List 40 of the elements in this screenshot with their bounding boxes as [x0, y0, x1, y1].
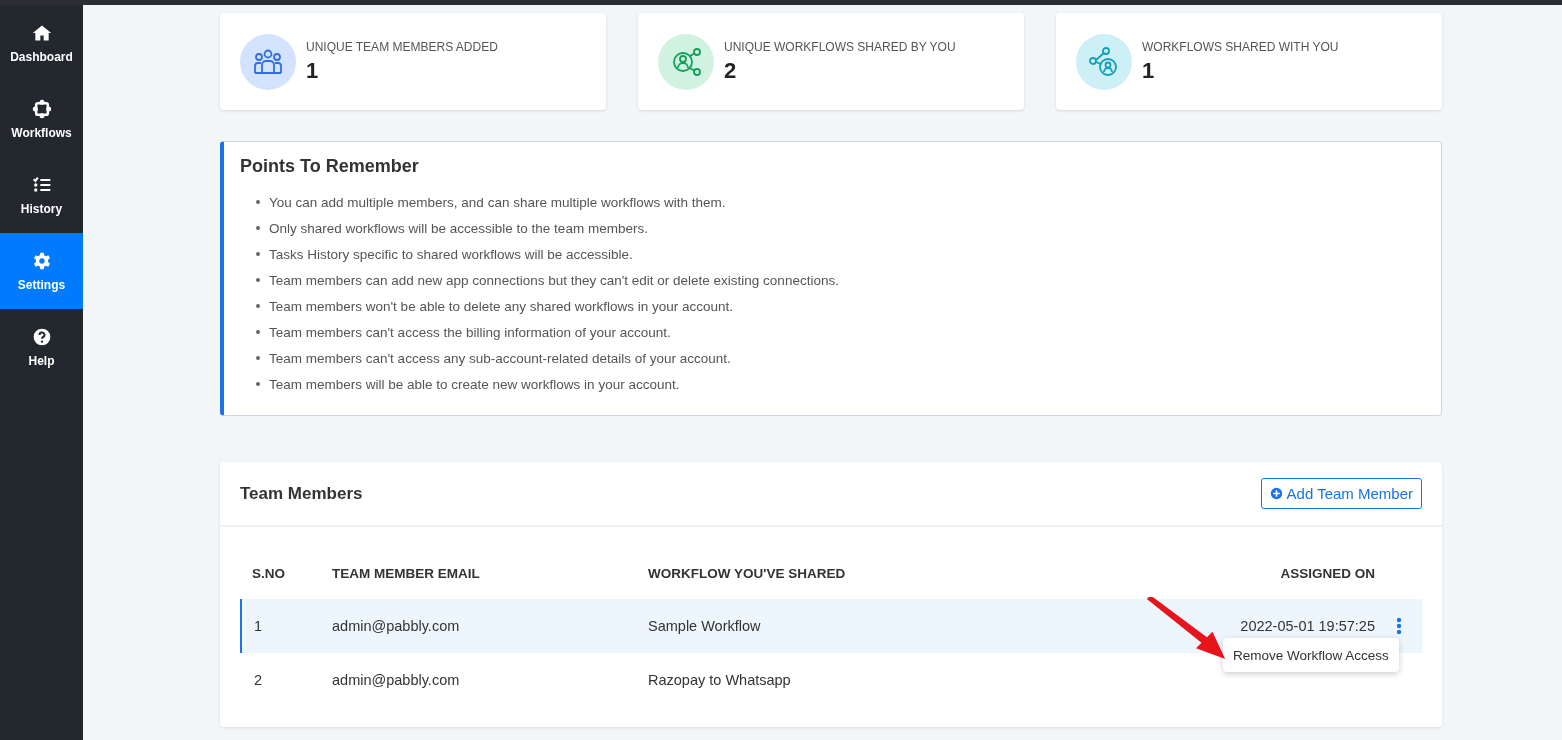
user-share-icon	[670, 45, 702, 78]
add-team-member-button[interactable]: Add Team Member	[1260, 478, 1422, 509]
workflow-icon	[31, 98, 52, 119]
point-text: Tasks History specific to shared workflows will be accessible.	[269, 246, 633, 262]
table-cell[interactable]: 2	[240, 653, 332, 707]
stat-value: 1	[1142, 57, 1156, 84]
checklist-icon	[31, 174, 52, 195]
table-cell-text: Razopay to Whatsapp	[648, 671, 792, 690]
settings-icon	[31, 250, 52, 271]
nav-item[interactable]: Settings	[0, 233, 83, 309]
stat-label: UNIQUE WORKFLOWS SHARED BY YOU	[724, 39, 956, 54]
table-cell-text: admin@pabbly.com	[332, 671, 461, 690]
table-cell: Sample Workflow	[648, 599, 1108, 653]
stat-label: WORKFLOWS SHARED WITH YOU	[1142, 39, 1339, 54]
plus-circle-icon	[1269, 487, 1283, 500]
help-icon	[31, 326, 52, 347]
column-header: TEAM MEMBER EMAIL	[332, 564, 481, 583]
column-header: S.NO	[251, 564, 286, 583]
kebab-menu-icon[interactable]	[1395, 617, 1402, 635]
user-network-icon	[1088, 45, 1120, 78]
point-text: Only shared workflows will be accessible to the team members.	[269, 220, 648, 236]
point-text: Team members will be able to create new workflows in your account.	[269, 376, 680, 392]
nav-item[interactable]: Workflows	[0, 81, 83, 157]
point-text: You can add multiple members, and can share multiple workflows with them.	[269, 194, 726, 210]
nav-item[interactable]: Help	[0, 309, 83, 385]
table-cell[interactable]: 1	[240, 599, 332, 653]
stat-label: UNIQUE TEAM MEMBERS ADDED	[306, 39, 498, 54]
point-text: Team members can't access any sub-account-related details of your account.	[269, 350, 731, 366]
table-cell: admin@pabbly.com	[332, 599, 648, 653]
column-header: WORKFLOW YOU'VE SHARED	[648, 564, 847, 583]
point-text: Team members can't access the billing information of your account.	[269, 324, 671, 340]
team-title: Team Members	[240, 483, 363, 504]
point-text: Team members can add new app connections but they can't edit or delete existing connections.	[269, 272, 839, 288]
point-text: Team members won't be able to delete any shared workflows in your account.	[269, 298, 734, 314]
nav-item[interactable]: Dashboard	[0, 5, 83, 81]
points-title: Points To Remember	[240, 156, 420, 177]
nav-item[interactable]: History	[0, 157, 83, 233]
stat-value: 2	[724, 57, 738, 84]
column-header: ASSIGNED ON	[1279, 564, 1375, 583]
stat-value: 1	[306, 57, 320, 84]
